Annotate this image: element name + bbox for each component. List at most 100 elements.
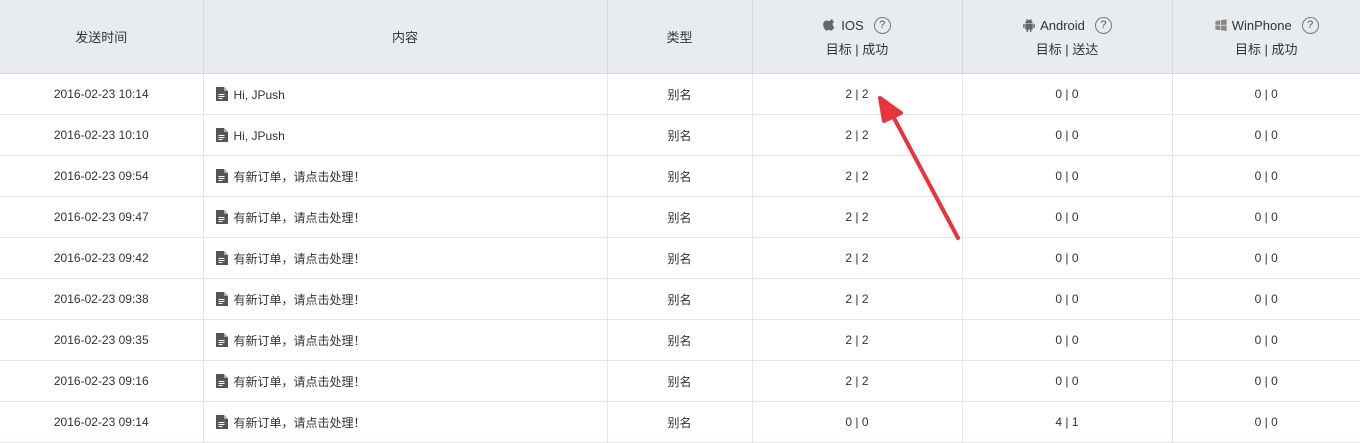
cell-content[interactable]: 有新订单，请点击处理！ [203,401,608,443]
document-icon [215,414,228,429]
cell-android: 0 | 0 [962,278,1173,320]
table-row: 2016-02-23 09:54 有新订单，请点击处理！ 别名 2 | 2 0 … [0,155,1360,197]
cell-ios: 2 | 2 [752,360,963,402]
header-send-time: 发送时间 [0,0,204,74]
cell-winphone: 0 | 0 [1172,155,1360,197]
table-row: 2016-02-23 10:14 Hi, JPush 别名 2 | 2 0 | … [0,73,1360,115]
header-winphone: WinPhone ? 目标 | 成功 [1172,0,1360,74]
cell-type: 别名 [607,360,753,402]
cell-android: 0 | 0 [962,319,1173,361]
document-icon [215,86,228,101]
cell-winphone: 0 | 0 [1172,196,1360,238]
cell-android: 0 | 0 [962,114,1173,156]
content-text[interactable]: 有新订单，请点击处理！ [234,416,366,430]
cell-ios: 2 | 2 [752,196,963,238]
document-icon [215,373,228,388]
cell-content[interactable]: Hi, JPush [203,114,608,156]
table-row: 2016-02-23 09:35 有新订单，请点击处理！ 别名 2 | 2 0 … [0,319,1360,361]
cell-time: 2016-02-23 09:35 [0,319,204,361]
table-header-row: 发送时间 内容 类型 IOS ? 目标 | 成功 Android ? 目标 | … [0,0,1360,74]
content-text[interactable]: Hi, JPush [234,88,285,102]
header-ios: IOS ? 目标 | 成功 [752,0,963,74]
ios-label: IOS [841,17,864,33]
cell-type: 别名 [607,401,753,443]
cell-ios: 2 | 2 [752,319,963,361]
content-text[interactable]: 有新订单，请点击处理！ [234,293,366,307]
cell-android: 0 | 0 [962,73,1173,115]
cell-content[interactable]: 有新订单，请点击处理！ [203,319,608,361]
cell-type: 别名 [607,237,753,279]
apple-icon [823,18,835,31]
content-text[interactable]: 有新订单，请点击处理！ [234,375,366,389]
document-icon [215,291,228,306]
document-icon [215,332,228,347]
cell-time: 2016-02-23 10:14 [0,73,204,115]
android-icon [1023,18,1035,32]
cell-content[interactable]: 有新订单，请点击处理！ [203,360,608,402]
cell-content[interactable]: 有新订单，请点击处理！ [203,155,608,197]
table-row: 2016-02-23 09:38 有新订单，请点击处理！ 别名 2 | 2 0 … [0,278,1360,320]
table-row: 2016-02-23 09:16 有新订单，请点击处理！ 别名 2 | 2 0 … [0,360,1360,402]
ios-subheader: 目标 | 成功 [825,42,889,57]
table-row: 2016-02-23 10:10 Hi, JPush 别名 2 | 2 0 | … [0,114,1360,156]
content-text[interactable]: 有新订单，请点击处理！ [234,334,366,348]
cell-time: 2016-02-23 09:14 [0,401,204,443]
cell-ios: 2 | 2 [752,237,963,279]
winphone-help-icon[interactable]: ? [1301,16,1319,34]
content-text[interactable]: 有新订单，请点击处理！ [234,211,366,225]
table-row: 2016-02-23 09:14 有新订单，请点击处理！ 别名 0 | 0 4 … [0,401,1360,443]
cell-winphone: 0 | 0 [1172,278,1360,320]
cell-winphone: 0 | 0 [1172,401,1360,443]
table-row: 2016-02-23 09:42 有新订单，请点击处理！ 别名 2 | 2 0 … [0,237,1360,279]
ios-help-icon[interactable]: ? [873,16,891,34]
android-subheader: 目标 | 送达 [1035,42,1099,57]
header-content: 内容 [203,0,608,74]
cell-time: 2016-02-23 09:42 [0,237,204,279]
cell-type: 别名 [607,155,753,197]
cell-type: 别名 [607,278,753,320]
cell-winphone: 0 | 0 [1172,360,1360,402]
document-icon [215,209,228,224]
winphone-subheader: 目标 | 成功 [1234,42,1298,57]
cell-type: 别名 [607,196,753,238]
winphone-label: WinPhone [1231,17,1292,33]
cell-ios: 2 | 2 [752,73,963,115]
cell-android: 0 | 0 [962,155,1173,197]
cell-winphone: 0 | 0 [1172,237,1360,279]
document-icon [215,250,228,265]
content-text[interactable]: Hi, JPush [234,129,285,143]
content-text[interactable]: 有新订单，请点击处理！ [234,170,366,184]
cell-android: 0 | 0 [962,360,1173,402]
header-android: Android ? 目标 | 送达 [962,0,1173,74]
cell-type: 别名 [607,319,753,361]
android-label: Android [1040,17,1085,33]
windows-icon [1215,18,1227,31]
cell-winphone: 0 | 0 [1172,114,1360,156]
cell-winphone: 0 | 0 [1172,319,1360,361]
cell-content[interactable]: 有新订单，请点击处理！ [203,237,608,279]
cell-ios: 2 | 2 [752,278,963,320]
cell-time: 2016-02-23 09:38 [0,278,204,320]
cell-time: 2016-02-23 09:54 [0,155,204,197]
cell-ios: 2 | 2 [752,114,963,156]
cell-time: 2016-02-23 09:47 [0,196,204,238]
cell-content[interactable]: 有新订单，请点击处理！ [203,278,608,320]
cell-content[interactable]: 有新订单，请点击处理！ [203,196,608,238]
android-help-icon[interactable]: ? [1094,16,1112,34]
cell-type: 别名 [607,114,753,156]
document-icon [215,127,228,142]
cell-ios: 2 | 2 [752,155,963,197]
cell-time: 2016-02-23 09:16 [0,360,204,402]
cell-type: 别名 [607,73,753,115]
cell-android: 4 | 1 [962,401,1173,443]
document-icon [215,168,228,183]
table-row: 2016-02-23 09:47 有新订单，请点击处理！ 别名 2 | 2 0 … [0,196,1360,238]
cell-ios: 0 | 0 [752,401,963,443]
push-history-table: 发送时间 内容 类型 IOS ? 目标 | 成功 Android ? 目标 | … [0,0,1360,443]
cell-time: 2016-02-23 10:10 [0,114,204,156]
cell-android: 0 | 0 [962,237,1173,279]
header-type: 类型 [607,0,753,74]
cell-content[interactable]: Hi, JPush [203,73,608,115]
content-text[interactable]: 有新订单，请点击处理！ [234,252,366,266]
cell-winphone: 0 | 0 [1172,73,1360,115]
